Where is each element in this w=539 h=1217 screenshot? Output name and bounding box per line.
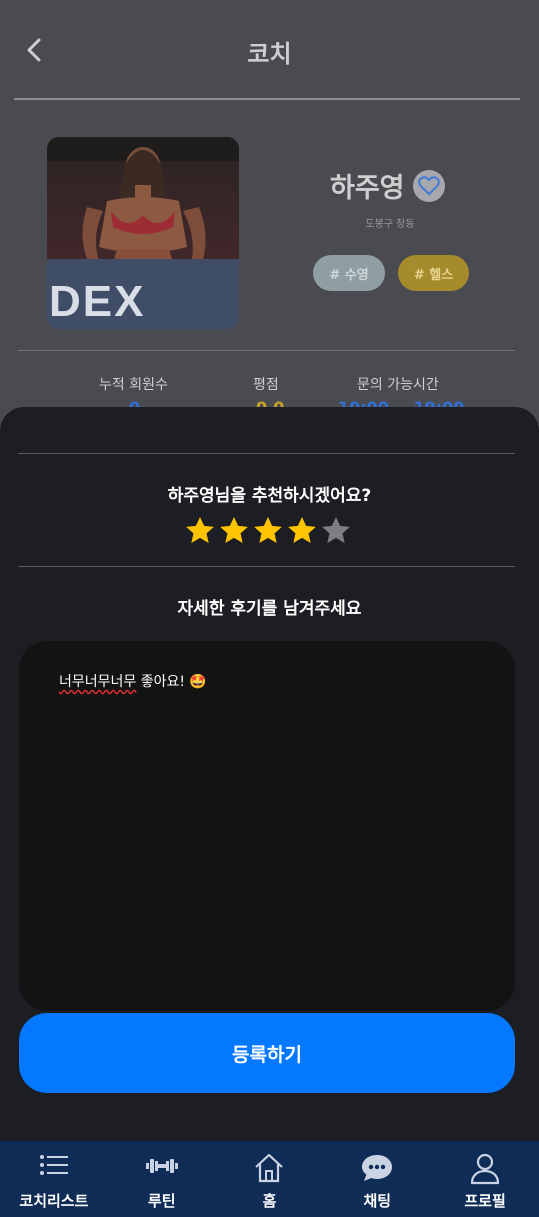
recommend-question: 하주영님을 추천하시겠어요? <box>167 486 372 506</box>
list-icon <box>39 1155 68 1175</box>
review-title: 자세한 후기를 남겨주세요 <box>177 599 362 619</box>
favorite-button[interactable] <box>412 169 445 202</box>
nav-label-home: 홈 <box>262 1192 277 1210</box>
review-text: 너무너무너무 좋아요! 🤩 <box>59 671 207 691</box>
dumbbell-icon <box>145 1159 178 1173</box>
chat-icon <box>362 1155 393 1181</box>
nav-label-routine: 루틴 <box>147 1192 176 1210</box>
header: 코치 <box>0 0 539 100</box>
coach-photo: DEX <box>47 137 239 329</box>
review-textarea[interactable]: 너무너무너무 좋아요! 🤩 <box>19 641 515 1011</box>
nav-item-coach-list[interactable]: 코치리스트 <box>0 1141 108 1217</box>
star-rating[interactable] <box>184 515 352 547</box>
nav-label-profile: 프로필 <box>464 1192 506 1210</box>
header-divider <box>14 98 520 100</box>
star-filled-icon[interactable] <box>184 515 216 547</box>
members-label: 누적 회원수 <box>99 377 168 393</box>
tag-swimming[interactable]: # 수영 <box>313 255 385 291</box>
nav-item-home[interactable]: 홈 <box>216 1141 324 1217</box>
review-text-misspelled: 너무너무너무 <box>59 674 137 690</box>
review-sheet: 하주영님을 추천하시겠어요? 자세한 후기를 남겨주세요 너무너무너무 좋아요!… <box>0 407 539 1141</box>
heart-icon <box>417 175 440 195</box>
home-icon <box>255 1153 284 1183</box>
page-title: 코치 <box>247 40 292 68</box>
coach-location: 도봉구 창동 <box>365 219 415 230</box>
photo-banner-text: DEX <box>49 277 146 326</box>
coach-name: 하주영 <box>330 173 405 204</box>
user-icon <box>470 1153 500 1185</box>
review-text-rest: 좋아요! 🤩 <box>136 674 207 690</box>
hours-label: 문의 가능시간 <box>357 377 439 393</box>
tag-fitness[interactable]: # 헬스 <box>398 255 469 291</box>
info-divider <box>18 350 515 351</box>
nav-label-coach-list: 코치리스트 <box>19 1192 89 1210</box>
sheet-divider-top <box>18 453 515 454</box>
star-filled-icon[interactable] <box>218 515 250 547</box>
nav-item-chat[interactable]: 채팅 <box>323 1141 431 1217</box>
star-filled-icon[interactable] <box>286 515 318 547</box>
nav-item-profile[interactable]: 프로필 <box>431 1141 539 1217</box>
rating-label: 평점 <box>253 377 279 393</box>
submit-button[interactable]: 등록하기 <box>19 1013 515 1093</box>
coach-name-row: 하주영 <box>330 166 445 205</box>
star-empty-icon[interactable] <box>320 515 352 547</box>
nav-label-chat: 채팅 <box>363 1192 392 1210</box>
sheet-divider-middle <box>18 566 515 567</box>
star-filled-icon[interactable] <box>252 515 284 547</box>
bottom-nav: 코치리스트 루틴 홈 채팅 프로필 <box>0 1141 539 1217</box>
nav-item-routine[interactable]: 루틴 <box>108 1141 216 1217</box>
